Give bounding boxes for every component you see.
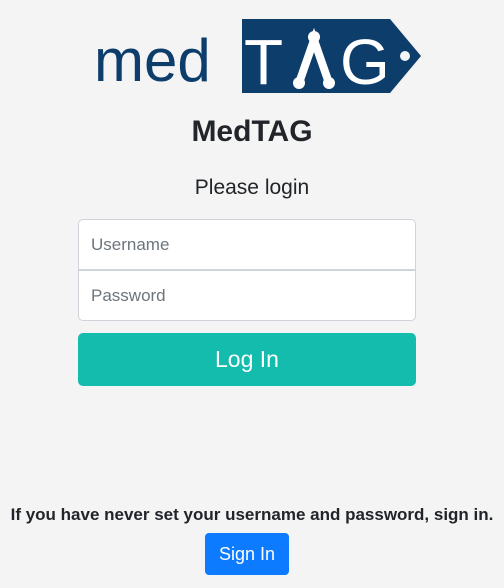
svg-text:T: T: [244, 26, 283, 97]
app-title: MedTAG: [191, 115, 313, 148]
username-input[interactable]: [78, 219, 416, 270]
password-input[interactable]: [78, 270, 416, 321]
svg-text:G: G: [340, 26, 390, 97]
sign-in-note: If you have never set your username and …: [10, 505, 494, 524]
svg-text:med: med: [94, 27, 211, 94]
sign-in-button[interactable]: Sign In: [205, 533, 289, 575]
medtag-logo: med T G: [94, 15, 424, 98]
login-prompt: Please login: [194, 176, 310, 199]
login-button[interactable]: Log In: [78, 333, 416, 386]
